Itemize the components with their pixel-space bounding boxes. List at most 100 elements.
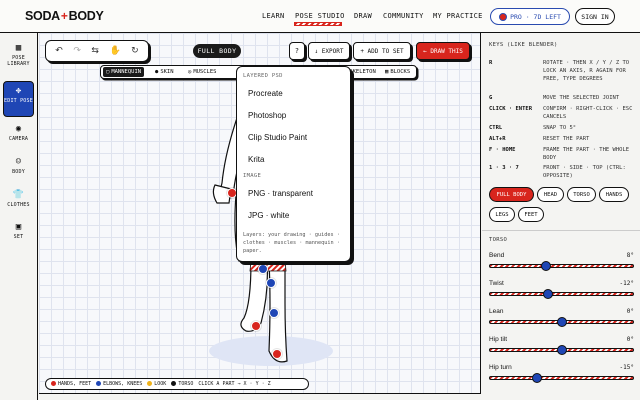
key-label: 1 · 3 · 7 xyxy=(489,165,519,171)
layer-skin[interactable]: ● SKIN xyxy=(152,67,177,77)
slider-track[interactable] xyxy=(489,376,634,380)
slider-value: 0° xyxy=(626,308,634,315)
nav-active-indicator xyxy=(294,22,342,26)
clothes-icon: 👕 xyxy=(12,190,25,200)
sidebar-item-label: BODY xyxy=(12,169,25,175)
key-description: FRONT · SIDE · TOP (CTRL: OPPOSITE) xyxy=(543,165,626,179)
nav-pose-studio[interactable]: POSE STUDIO xyxy=(295,12,345,20)
layer-mannequin[interactable]: ▢ MANNEQUIN xyxy=(103,67,145,77)
set-icon: ▣ xyxy=(15,222,22,232)
key-description: CONFIRM · RIGHT-CLICK · ESC CANCELS xyxy=(543,106,633,120)
key-row: 1 · 3 · 7 FRONT · SIDE · TOP (CTRL: OPPO… xyxy=(489,164,639,180)
key-row: F · HOME FRAME THE PART · THE WHOLE BODY xyxy=(489,146,639,162)
layer-muscles[interactable]: ◎ MUSCLES xyxy=(185,67,220,77)
slider-thumb[interactable] xyxy=(556,345,567,355)
menu-section-psd: LAYERED PSD xyxy=(243,73,283,79)
chip-full-body[interactable]: FULL BODY xyxy=(489,187,534,202)
nav-learn[interactable]: LEARN xyxy=(262,12,285,20)
draw-this-button[interactable]: ← DRAW THIS xyxy=(416,42,470,60)
sidebar-item-label: SET xyxy=(13,234,24,240)
slider-track[interactable] xyxy=(489,292,634,296)
chip-torso[interactable]: TORSO xyxy=(567,187,596,202)
swap-icon[interactable]: ⇆ xyxy=(91,46,99,56)
export-clip-studio[interactable]: Clip Studio Paint xyxy=(243,126,344,148)
nav-my-practice[interactable]: MY PRACTICE xyxy=(433,12,483,20)
right-panel: KEYS (LIKE BLENDER) R ROTATE · THEN X / … xyxy=(482,33,640,400)
joint-right-knee[interactable] xyxy=(269,308,279,318)
export-button[interactable]: ↓ EXPORT xyxy=(308,42,350,60)
slider-label: Lean xyxy=(489,308,504,315)
nav-draw[interactable]: DRAW xyxy=(354,12,372,20)
move-icon: ✥ xyxy=(15,86,22,96)
chip-feet[interactable]: FEET xyxy=(518,207,544,222)
export-jpg[interactable]: JPG · white xyxy=(243,204,344,226)
ground-shadow xyxy=(209,336,333,366)
slider-thumb[interactable] xyxy=(531,373,542,383)
legend-look: LOOK xyxy=(147,381,166,387)
legend-hint: CLICK A PART → X · Y · Z xyxy=(198,381,271,387)
slider-lean: Lean 0° xyxy=(489,308,634,332)
sidebar-item-pose-library[interactable]: ▦ POSE LIBRARY xyxy=(3,43,34,67)
grid-icon: ▦ xyxy=(15,43,22,53)
key-row: ALT+R RESET THE PART xyxy=(489,135,639,143)
export-procreate[interactable]: Procreate xyxy=(243,82,344,104)
slider-bend: Bend 8° xyxy=(489,252,634,276)
keys-title: KEYS (LIKE BLENDER) xyxy=(489,42,558,48)
chip-head[interactable]: HEAD xyxy=(537,187,564,202)
export-menu: LAYERED PSD Procreate Photoshop Clip Stu… xyxy=(236,66,351,262)
sidebar-item-set[interactable]: ▣ SET xyxy=(3,222,34,240)
slider-label: Twist xyxy=(489,280,504,287)
sidebar-item-clothes[interactable]: 👕 CLOTHES xyxy=(3,190,34,208)
slider-thumb[interactable] xyxy=(556,317,567,327)
layer-label: SKELETON xyxy=(349,69,376,75)
key-label: CTRL xyxy=(489,125,503,131)
help-button[interactable]: ? xyxy=(289,42,305,60)
add-to-set-button[interactable]: + ADD TO SET xyxy=(353,42,411,60)
slider-value: 8° xyxy=(626,252,634,259)
logo-right: BODY xyxy=(68,9,104,23)
logo-left: SODA xyxy=(25,9,60,23)
layer-label: MUSCLES xyxy=(193,69,217,75)
export-png[interactable]: PNG · transparent xyxy=(243,182,344,204)
logo-plus: + xyxy=(60,9,68,23)
reset-icon[interactable]: ↻ xyxy=(131,46,139,56)
sidebar-item-label: POSE LIBRARY xyxy=(7,55,30,67)
view-mode-pill[interactable]: FULL BODY xyxy=(193,44,241,58)
export-note: Layers: your drawing · guides · clothes … xyxy=(243,232,340,254)
muscles-icon: ◎ xyxy=(188,69,192,75)
key-row: R ROTATE · THEN X / Y / Z TO LOCK AN AXI… xyxy=(489,59,639,91)
slider-thumb[interactable] xyxy=(543,289,554,299)
key-label: CLICK · ENTER xyxy=(489,106,533,112)
sidebar-item-camera[interactable]: ◉ CAMERA xyxy=(3,124,34,142)
redo-icon[interactable]: ↷ xyxy=(73,46,81,56)
joint-left-foot[interactable] xyxy=(251,321,261,331)
mannequin-icon: ▢ xyxy=(106,69,110,75)
slider-label: Hip tilt xyxy=(489,336,508,343)
undo-icon[interactable]: ↶ xyxy=(55,46,63,56)
key-description: ROTATE · THEN X / Y / Z TO LOCK AN AXIS,… xyxy=(543,60,630,82)
key-row: CLICK · ENTER CONFIRM · RIGHT-CLICK · ES… xyxy=(489,105,639,121)
pro-badge[interactable]: PRO · 7D LEFT xyxy=(490,8,570,25)
joint-legend: HANDS, FEET ELBOWS, KNEES LOOK TORSO CLI… xyxy=(45,378,309,390)
hand-icon[interactable]: ✋ xyxy=(109,46,120,56)
sidebar-item-body[interactable]: ☺ BODY xyxy=(3,157,34,175)
joint-right-elbow[interactable] xyxy=(258,264,268,274)
chip-legs[interactable]: LEGS xyxy=(489,207,515,222)
layer-blocks[interactable]: ▦ BLOCKS xyxy=(382,67,413,77)
slider-twist: Twist -12° xyxy=(489,280,634,304)
sidebar-item-edit-pose[interactable]: ✥ EDIT POSE xyxy=(3,81,34,117)
joint-left-knee[interactable] xyxy=(266,278,276,288)
slider-hip-turn: Hip turn -15° xyxy=(489,364,634,388)
chip-hands[interactable]: HANDS xyxy=(599,187,629,202)
export-krita[interactable]: Krita xyxy=(243,148,344,170)
torso-section-title: TORSO xyxy=(489,237,508,243)
sign-in-button[interactable]: SIGN IN xyxy=(575,8,615,25)
nav-community[interactable]: COMMUNITY xyxy=(383,12,424,20)
slider-value: -15° xyxy=(619,364,634,371)
joint-right-foot[interactable] xyxy=(272,349,282,359)
edit-toolbox: ↶ ↷ ⇆ ✋ ↻ xyxy=(45,40,149,62)
logo[interactable]: SODA + BODY xyxy=(25,9,104,23)
slider-track[interactable] xyxy=(489,264,634,268)
slider-thumb[interactable] xyxy=(540,261,551,271)
export-photoshop[interactable]: Photoshop xyxy=(243,104,344,126)
